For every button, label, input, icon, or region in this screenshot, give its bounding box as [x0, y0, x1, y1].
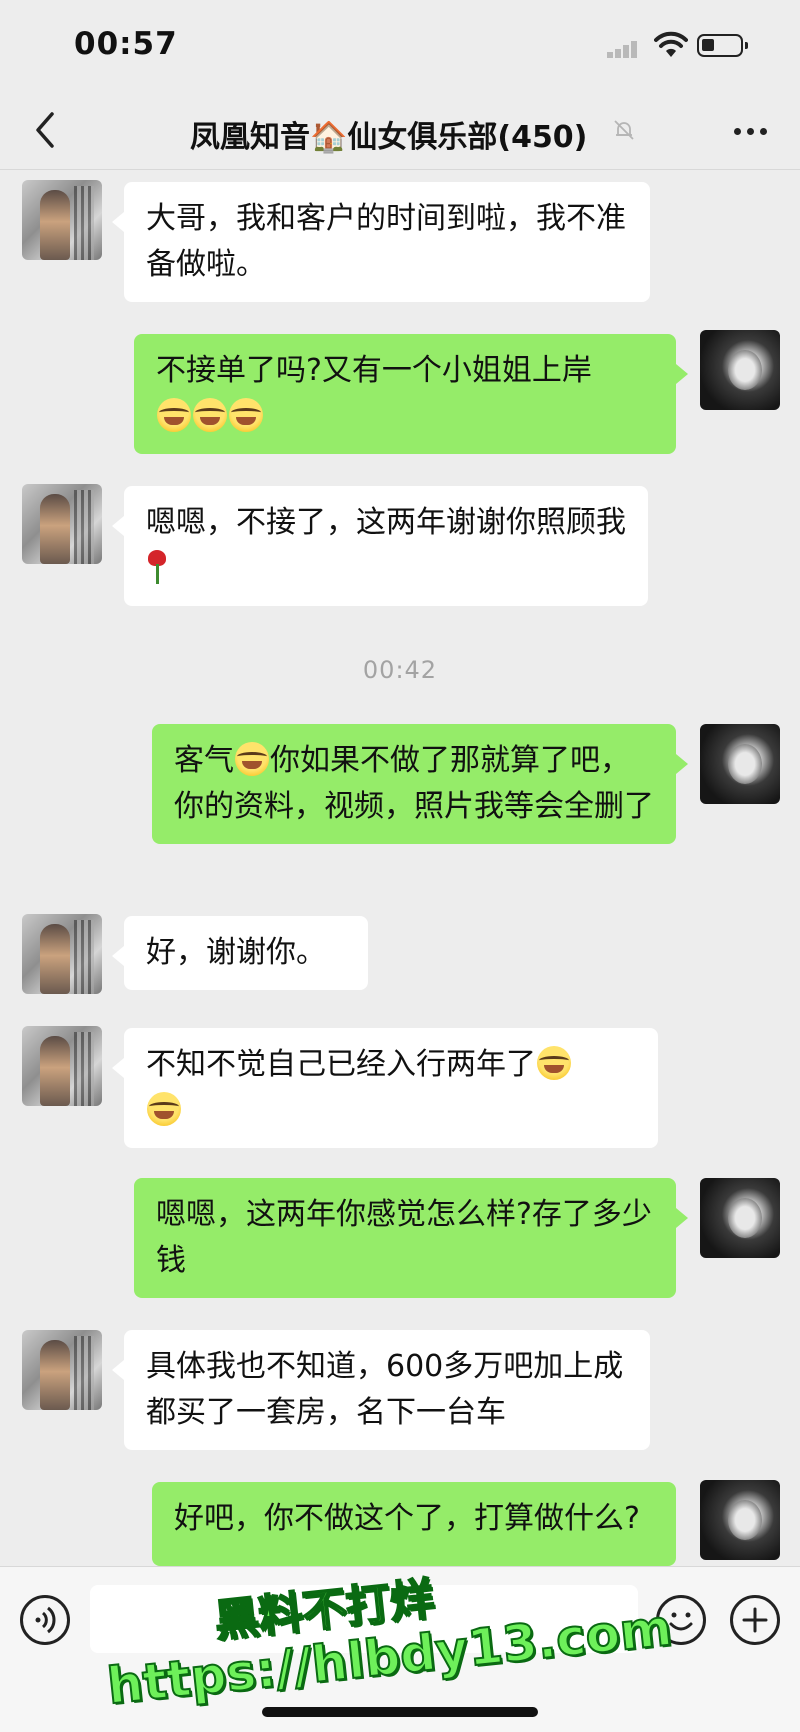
avatar[interactable]: [700, 1480, 780, 1560]
rose-emoji: [146, 550, 168, 584]
ellipsis-icon: [733, 127, 741, 135]
message-bubble[interactable]: 嗯嗯，这两年你感觉怎么样?存了多少钱: [134, 1178, 688, 1298]
message-text: 客气: [174, 743, 234, 778]
laugh-cry-emoji: [157, 398, 191, 432]
message-bubble[interactable]: 客气 你如果不做了那就算了吧，你的资料，视频，照片我等会全删了: [152, 724, 688, 844]
avatar[interactable]: [22, 484, 102, 564]
voice-icon: [35, 1606, 56, 1634]
message-bubble[interactable]: 不接单了吗?又有一个小姐姐上岸: [134, 334, 688, 454]
laugh-cry-emoji: [537, 1046, 571, 1080]
status-time: 00:57: [74, 26, 178, 62]
message-text: 好吧，你不做这个了，打算做什么?: [174, 1501, 640, 1536]
bell-mute-icon: [612, 118, 636, 142]
avatar[interactable]: [700, 330, 780, 410]
message-text: 嗯嗯，不接了，这两年谢谢你照顾我: [146, 505, 626, 540]
signal-icon: [607, 40, 643, 58]
chat-timestamp: 00:42: [362, 656, 438, 684]
chat-title: 凤凰知音🏠仙女俱乐部(450): [190, 120, 588, 155]
back-button[interactable]: [26, 108, 66, 152]
avatar[interactable]: [700, 724, 780, 804]
battery-icon: [697, 34, 748, 57]
status-bar: 00:57: [0, 0, 800, 92]
message-bubble[interactable]: 具体我也不知道，600多万吧加上成都买了一套房，名下一台车: [112, 1330, 650, 1450]
chat-header: 凤凰知音🏠仙女俱乐部(450): [0, 92, 800, 170]
message-bubble[interactable]: 嗯嗯，不接了，这两年谢谢你照顾我: [112, 486, 648, 606]
message-bubble[interactable]: 好吧，你不做这个了，打算做什么?: [152, 1482, 676, 1566]
chevron-left-icon: [36, 112, 54, 148]
avatar[interactable]: [22, 914, 102, 994]
laugh-cry-emoji: [235, 742, 269, 776]
wifi-icon: [654, 30, 688, 60]
voice-button[interactable]: [20, 1595, 70, 1645]
message-text: 嗯嗯，这两年你感觉怎么样?存了多少钱: [156, 1197, 652, 1278]
avatar[interactable]: [22, 1026, 102, 1106]
plus-button[interactable]: [730, 1595, 780, 1645]
message-text: 好，谢谢你。: [146, 935, 326, 970]
message-text: 具体我也不知道，600多万吧加上成都买了一套房，名下一台车: [146, 1349, 624, 1430]
laugh-cry-emoji: [147, 1092, 181, 1126]
laugh-cry-emoji: [229, 398, 263, 432]
message-bubble[interactable]: 好，谢谢你。: [112, 916, 368, 990]
more-button[interactable]: [722, 106, 778, 156]
plus-icon: [742, 1607, 768, 1633]
avatar[interactable]: [22, 180, 102, 260]
laugh-cry-emoji: [193, 398, 227, 432]
message-text: 大哥，我和客户的时间到啦，我不准备做啦。: [146, 201, 626, 282]
home-indicator: [262, 1707, 538, 1717]
avatar[interactable]: [700, 1178, 780, 1258]
message-text: 不接单了吗?又有一个小姐姐上岸: [156, 353, 592, 388]
message-bubble[interactable]: 大哥，我和客户的时间到啦，我不准备做啦。: [112, 182, 650, 302]
avatar[interactable]: [22, 1330, 102, 1410]
message-text: 不知不觉自己已经入行两年了: [146, 1047, 536, 1082]
message-bubble[interactable]: 不知不觉自己已经入行两年了: [112, 1028, 658, 1148]
